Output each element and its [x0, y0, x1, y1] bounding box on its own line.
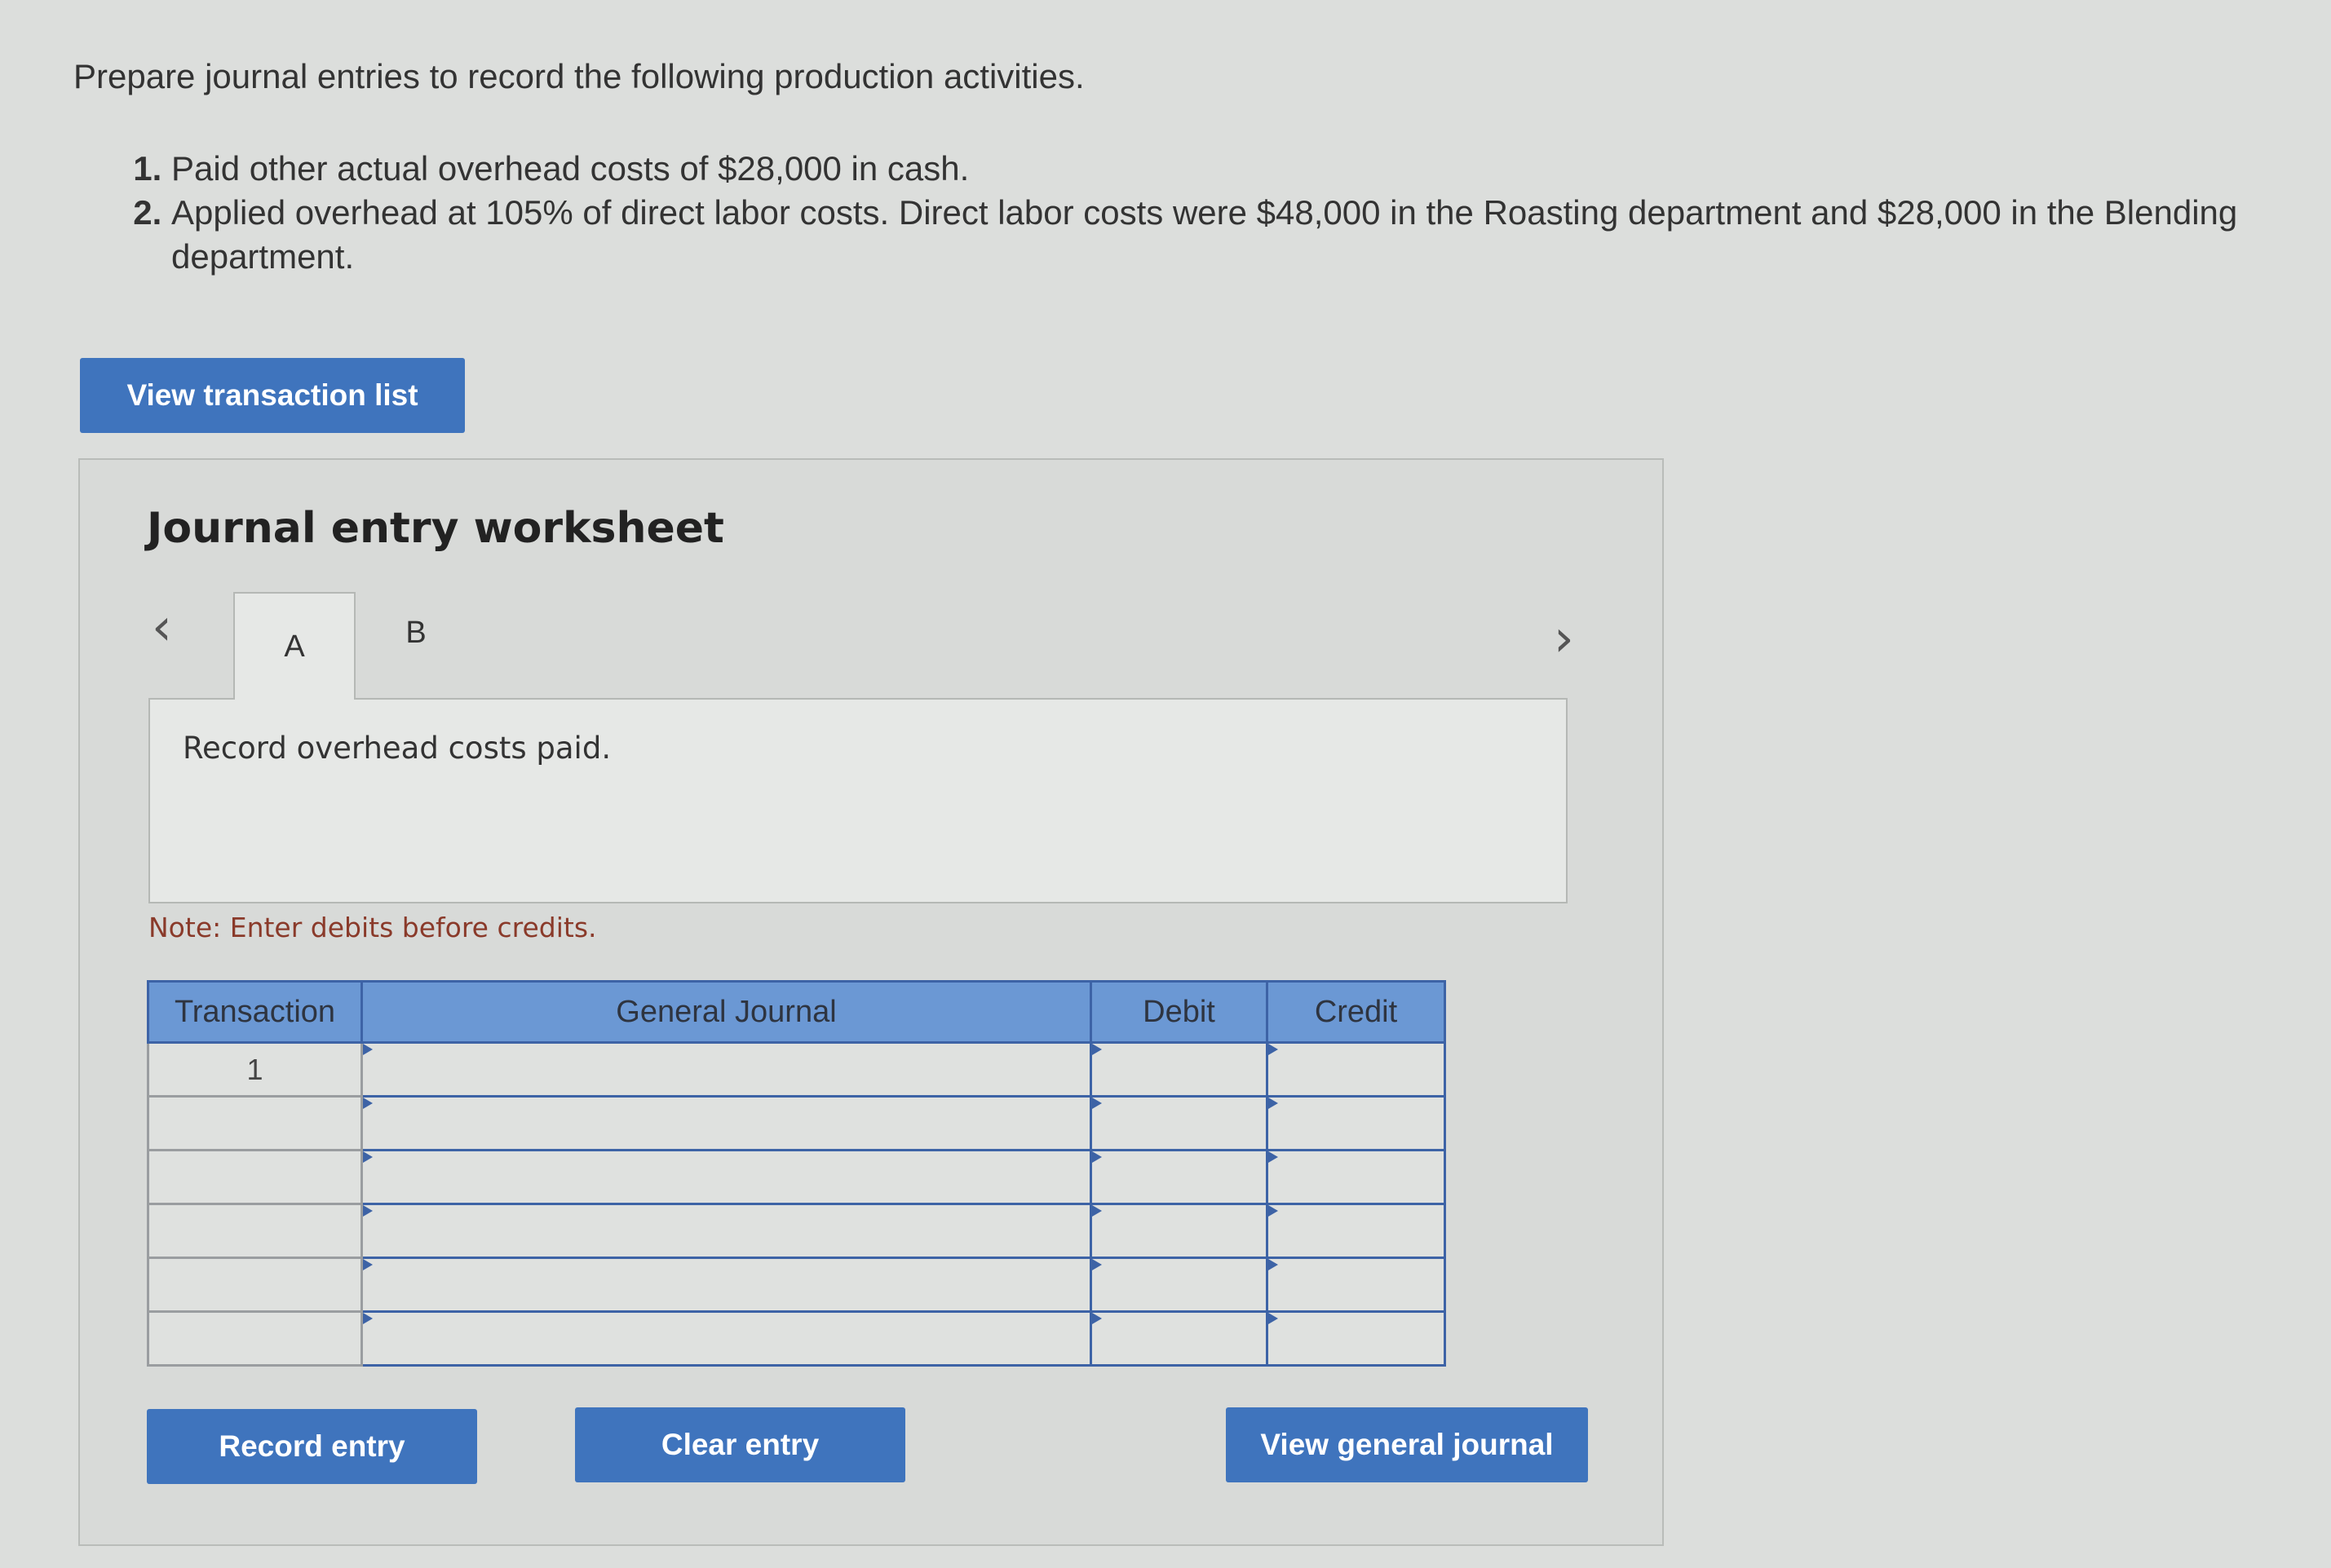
transaction-cell	[147, 1149, 363, 1205]
account-select[interactable]	[360, 1041, 1092, 1098]
table-row	[147, 1257, 1446, 1313]
account-select[interactable]	[360, 1257, 1092, 1313]
transaction-cell: 1	[147, 1041, 363, 1098]
credit-input[interactable]	[1266, 1203, 1446, 1259]
chevron-right-icon[interactable]: ›	[1554, 613, 1574, 664]
problem-step-2: Applied overhead at 105% of direct labor…	[171, 191, 2331, 279]
transaction-cell	[147, 1310, 363, 1367]
account-select[interactable]	[360, 1203, 1092, 1259]
credit-input[interactable]	[1266, 1149, 1446, 1205]
debit-input[interactable]	[1090, 1310, 1268, 1367]
instruction-panel: Record overhead costs paid.	[148, 698, 1568, 903]
view-transaction-list-button[interactable]: View transaction list	[80, 358, 465, 433]
table-row	[147, 1310, 1446, 1367]
account-select[interactable]	[360, 1149, 1092, 1205]
credit-input[interactable]	[1266, 1095, 1446, 1151]
credit-input[interactable]	[1266, 1041, 1446, 1098]
debit-input[interactable]	[1090, 1203, 1268, 1259]
column-header-general-journal: General Journal	[360, 980, 1092, 1044]
debit-input[interactable]	[1090, 1095, 1268, 1151]
problem-step-1: Paid other actual overhead costs of $28,…	[171, 147, 2331, 191]
problem-intro: Prepare journal entries to record the fo…	[73, 57, 1085, 95]
entry-note: Note: Enter debits before credits.	[148, 912, 597, 943]
table-row	[147, 1149, 1446, 1205]
transaction-cell	[147, 1203, 363, 1259]
clear-entry-button[interactable]: Clear entry	[575, 1407, 905, 1482]
column-header-debit: Debit	[1090, 980, 1268, 1044]
credit-input[interactable]	[1266, 1310, 1446, 1367]
problem-steps: Paid other actual overhead costs of $28,…	[126, 147, 2331, 279]
debit-input[interactable]	[1090, 1257, 1268, 1313]
general-journal-table: Transaction General Journal Debit Credit…	[147, 980, 1446, 1367]
table-row: 1	[147, 1041, 1446, 1098]
column-header-credit: Credit	[1266, 980, 1446, 1044]
account-select[interactable]	[360, 1310, 1092, 1367]
account-select[interactable]	[360, 1095, 1092, 1151]
transaction-cell	[147, 1095, 363, 1151]
worksheet-title: Journal entry worksheet	[147, 504, 724, 553]
tab-a[interactable]: A	[233, 592, 356, 700]
record-entry-button[interactable]: Record entry	[147, 1409, 477, 1484]
table-row	[147, 1095, 1446, 1151]
instruction-text: Record overhead costs paid.	[183, 731, 612, 766]
chevron-left-icon[interactable]: ‹	[152, 602, 172, 652]
column-header-transaction: Transaction	[147, 980, 363, 1044]
debit-input[interactable]	[1090, 1041, 1268, 1098]
table-row	[147, 1203, 1446, 1259]
table-header-row: Transaction General Journal Debit Credit	[147, 980, 1446, 1044]
view-general-journal-button[interactable]: View general journal	[1226, 1407, 1588, 1482]
debit-input[interactable]	[1090, 1149, 1268, 1205]
credit-input[interactable]	[1266, 1257, 1446, 1313]
transaction-cell	[147, 1257, 363, 1313]
tab-b[interactable]: B	[367, 592, 465, 674]
